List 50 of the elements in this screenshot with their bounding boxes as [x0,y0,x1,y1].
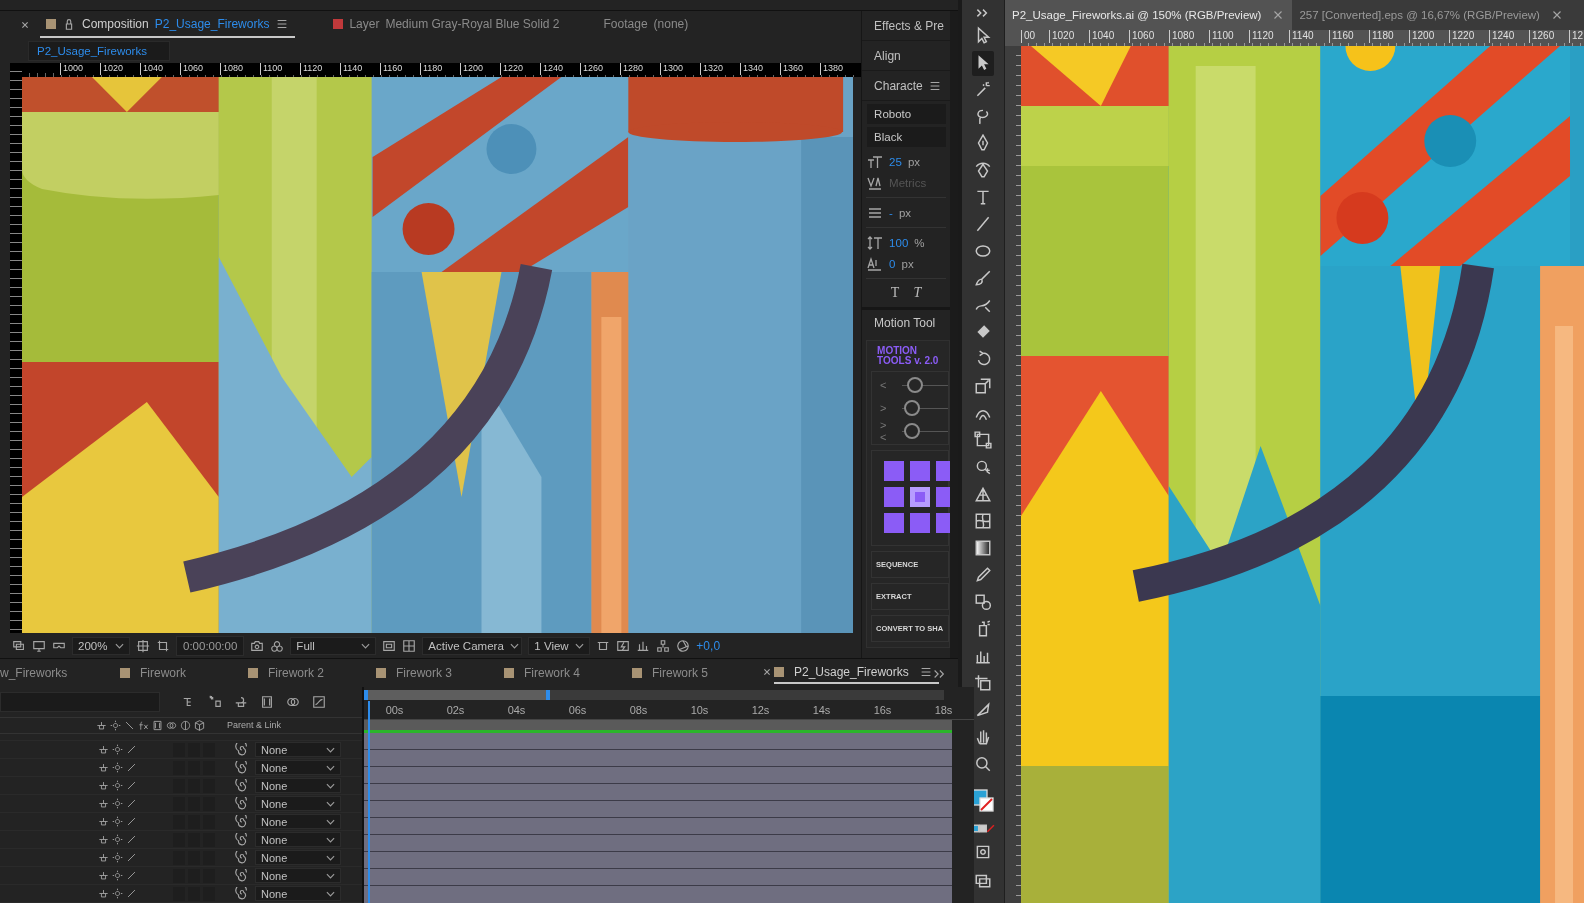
logo-text: MOTION TOOLS v. 2.0 [876,346,940,366]
exposure-value[interactable]: +0,0 [696,638,721,653]
slider-label: >< [880,419,888,443]
timeline-tab[interactable]: P2_Usage_Fireworks [774,662,939,684]
parent-dropdown[interactable]: None [255,832,341,847]
parent-dropdown[interactable]: None [255,814,341,829]
vertical-scale-value[interactable]: 100 [889,236,909,249]
document-tab[interactable]: P2_Usage_Fireworks.ai @ 150% (RGB/Preview) [1005,0,1293,30]
parent-dropdown[interactable]: None [255,742,341,757]
leading-value[interactable]: - [889,206,893,219]
parent-dropdown[interactable]: None [255,796,341,811]
timeline-tab[interactable]: Firework 3 [376,662,504,684]
timecode-field[interactable]: 0:00:00:00 [176,635,245,656]
baseline-shift-value[interactable]: 0 [889,257,896,270]
slider-label: < [880,379,888,391]
timeline-tab[interactable]: Firework 4 [504,662,632,684]
unit-label: px [898,206,912,219]
font-style-dropdown[interactable]: Black [867,127,946,147]
parent-dropdown[interactable]: None [255,850,341,865]
parent-dropdown[interactable]: None [255,778,341,793]
panel-title[interactable]: Characte [874,78,923,93]
timeline-tab[interactable]: Firework [120,662,248,684]
panel-title[interactable]: Align [874,48,901,63]
composition-breadcrumb[interactable]: P2_Usage_Fireworks [28,41,170,61]
resolution-dropdown[interactable]: Full [290,636,377,655]
panel-title[interactable]: Motion Tool [874,316,936,330]
unit-label: % [914,236,925,249]
panel-tab[interactable]: Composition P2_Usage_Fireworks [40,12,296,38]
parent-dropdown[interactable]: None [255,868,341,883]
faux-style-button[interactable]: T [913,285,922,301]
panel-tab[interactable]: Footage (none) [597,12,695,38]
camera-view-dropdown[interactable]: Active Camera [422,636,523,655]
column-header: Parent & Link [227,720,282,731]
unit-label: px [901,257,914,270]
font-size-value[interactable]: 25 [889,155,902,168]
timeline-tab[interactable]: w_Fireworks [0,662,120,684]
magnification-dropdown[interactable]: 200% [72,636,130,655]
timeline-tab[interactable]: Firework 5 [632,662,760,684]
document-tab[interactable]: 257 [Converted].eps @ 16,67% (RGB/Preview) [1292,0,1571,30]
view-layout-dropdown[interactable]: 1 View [528,636,591,655]
faux-style-button[interactable]: T [890,285,900,301]
timeline-tab[interactable]: Firework 2 [248,662,376,684]
font-family-dropdown[interactable]: Roboto [867,104,946,124]
slider-label: > [880,402,888,414]
parent-dropdown[interactable]: None [255,760,341,775]
ruler-label: 12 [1569,30,1584,43]
parent-dropdown[interactable]: None [255,886,341,901]
panel-tab[interactable]: Layer Medium Gray-Royal Blue Solid 2 [327,12,566,38]
unit-label: px [907,155,921,168]
panel-title[interactable]: Effects & Pre [874,18,944,33]
